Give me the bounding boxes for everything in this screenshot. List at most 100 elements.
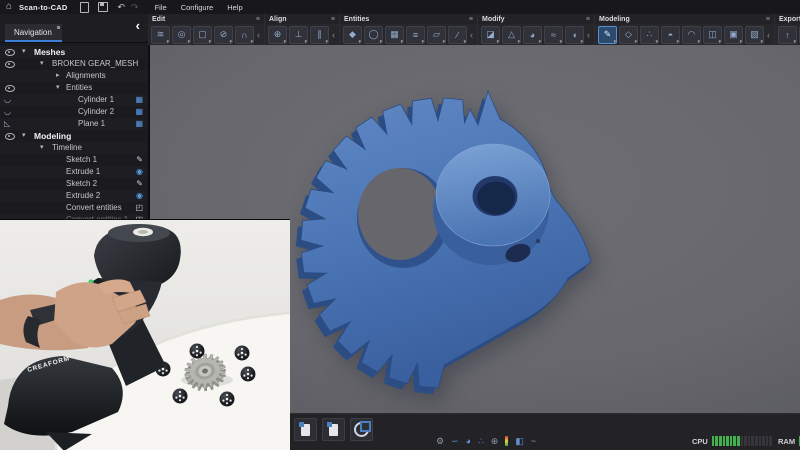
snapshot-button-2[interactable] xyxy=(322,418,345,441)
section-menu-icon[interactable]: ≡ xyxy=(586,16,590,23)
revolve-tool-button[interactable]: ◓▾ xyxy=(661,26,680,44)
auto-entities-button[interactable]: ◆▾ xyxy=(343,26,362,44)
section-overflow-chevron[interactable]: ‹ xyxy=(767,30,770,40)
grid-icon[interactable]: ▦ xyxy=(135,94,143,106)
render-settings-icon[interactable]: ⚙ xyxy=(436,436,444,446)
tree-item-entities[interactable]: ▾Entities xyxy=(0,82,148,94)
boundary-curve-icon[interactable]: ~ xyxy=(531,436,536,446)
tree-item-sketch-1[interactable]: Sketch 1✎ xyxy=(0,154,148,166)
transfer-to-cad-button[interactable]: ◇▾ xyxy=(619,26,638,44)
dropdown-caret-icon: ▾ xyxy=(250,39,253,45)
tree-item-alignments[interactable]: ▸Alignments xyxy=(0,70,148,82)
tree-item-timeline[interactable]: ▾Timeline xyxy=(0,142,148,154)
menu-configure[interactable]: Configure xyxy=(181,3,214,12)
chevron-down-icon[interactable]: ▾ xyxy=(22,130,26,142)
section-overflow-chevron[interactable]: ‹ xyxy=(332,30,335,40)
tree-item-sketch-2[interactable]: Sketch 2✎ xyxy=(0,178,148,190)
surface-fit-button[interactable]: ◪▾ xyxy=(481,26,500,44)
curve-tool-button[interactable]: ≈▾ xyxy=(544,26,563,44)
section-overflow-chevron[interactable]: ‹ xyxy=(257,30,260,40)
align-origin-button[interactable]: ⊕▾ xyxy=(268,26,287,44)
menu-file[interactable]: File xyxy=(155,3,167,12)
page-flag-icon xyxy=(301,424,310,436)
sketch-tool-button[interactable]: ✎▾ xyxy=(598,26,617,44)
clipping-plane-button[interactable] xyxy=(350,418,373,441)
section-overflow-chevron[interactable]: ‹ xyxy=(470,30,473,40)
plane-entity-button[interactable]: ▱▾ xyxy=(427,26,446,44)
tree-item-label: Meshes xyxy=(34,46,65,58)
export-mesh-button[interactable]: ↑▾ xyxy=(778,26,797,44)
undo-icon[interactable]: ↶ xyxy=(118,0,126,14)
section-label: Entities xyxy=(344,16,369,23)
save-icon[interactable] xyxy=(98,2,108,12)
tree-item-extrude-2[interactable]: Extrude 2◉ xyxy=(0,190,148,202)
surface-loop-button[interactable]: ◠▾ xyxy=(682,26,701,44)
visibility-eye-icon[interactable] xyxy=(5,85,15,92)
surface-shade-icon[interactable]: ◕ xyxy=(466,436,471,446)
triangle-tool-button[interactable]: △▾ xyxy=(502,26,521,44)
align-pair-button[interactable]: ∥▾ xyxy=(310,26,329,44)
pin-icon[interactable] xyxy=(57,26,60,29)
menu-help[interactable]: Help xyxy=(227,3,242,12)
sketch-icon[interactable]: ✎ xyxy=(136,178,143,190)
align-plane-button[interactable]: ⊥▾ xyxy=(289,26,308,44)
section-menu-icon[interactable]: ≡ xyxy=(256,16,260,23)
section-menu-icon[interactable]: ≡ xyxy=(469,16,473,23)
section-menu-icon[interactable]: ≡ xyxy=(331,16,335,23)
erase-selection-button[interactable]: ⊘▾ xyxy=(214,26,233,44)
tree-item-extrude-1[interactable]: Extrude 1◉ xyxy=(0,166,148,178)
tree-item-broken-gear-mesh[interactable]: ▾BROKEN GEAR_MESH xyxy=(0,58,148,70)
slice-entity-button[interactable]: ≡▾ xyxy=(406,26,425,44)
grid-icon[interactable]: ▦ xyxy=(135,106,143,118)
deviation-colorbar-icon[interactable] xyxy=(505,436,508,446)
bridge-mesh-button[interactable]: ∩▾ xyxy=(235,26,254,44)
chevron-right-icon[interactable]: ▸ xyxy=(56,70,60,82)
new-document-icon[interactable] xyxy=(80,2,89,13)
tree-item-convert-entities[interactable]: Convert entities◰ xyxy=(0,202,148,214)
extrude-icon[interactable]: ◉ xyxy=(136,166,143,178)
patch-tool-button[interactable]: ◕▾ xyxy=(523,26,542,44)
extrude-icon[interactable]: ◉ xyxy=(136,190,143,202)
tree-item-plane-1[interactable]: ◺Plane 1▦ xyxy=(0,118,148,130)
chevron-down-icon[interactable]: ▾ xyxy=(56,82,60,94)
visibility-eye-icon[interactable] xyxy=(5,61,15,68)
grid-icon[interactable]: ▦ xyxy=(135,118,143,130)
tree-item-cylinder-1[interactable]: ◡Cylinder 1▦ xyxy=(0,94,148,106)
sculpt-sphere-button[interactable]: ◎▾ xyxy=(172,26,191,44)
redo-icon[interactable]: ↷ xyxy=(131,0,139,14)
chevron-down-icon[interactable]: ▾ xyxy=(40,142,44,154)
tab-navigation[interactable]: Navigation xyxy=(5,24,62,42)
tree-item-meshes[interactable]: ▾ Meshes xyxy=(0,46,148,58)
tree-item-cylinder-2[interactable]: ◡Cylinder 2▦ xyxy=(0,106,148,118)
snapshot-button-1[interactable] xyxy=(294,418,317,441)
select-volume-button[interactable]: ▢▾ xyxy=(193,26,212,44)
point-cloud-button[interactable]: ∴▾ xyxy=(640,26,659,44)
mesh-display-icon[interactable]: ◧ xyxy=(515,436,524,446)
chevron-down-icon[interactable]: ▾ xyxy=(40,58,44,70)
collapse-panel-chevron[interactable]: ‹ xyxy=(136,18,140,33)
tree-item-modeling[interactable]: ▾Modeling xyxy=(0,130,148,142)
mirror-tool-button[interactable]: ◖▾ xyxy=(565,26,584,44)
split-tool-button[interactable]: ◫▾ xyxy=(703,26,722,44)
dropdown-caret-icon: ▾ xyxy=(580,39,583,45)
chevron-down-icon[interactable]: ▾ xyxy=(22,46,26,58)
dropdown-caret-icon: ▾ xyxy=(358,39,361,45)
section-overflow-chevron[interactable]: ‹ xyxy=(587,30,590,40)
meter-segment xyxy=(762,436,765,446)
circle-entity-button[interactable]: ◯▾ xyxy=(364,26,383,44)
visibility-eye-icon[interactable] xyxy=(5,49,15,56)
section-menu-icon[interactable]: ≡ xyxy=(766,16,770,23)
sketch-icon[interactable]: ✎ xyxy=(136,154,143,166)
clean-mesh-button[interactable]: ≋▾ xyxy=(151,26,170,44)
deviation-tool-button[interactable]: ▧▾ xyxy=(745,26,764,44)
smooth-shade-icon[interactable]: ∽ xyxy=(451,436,459,446)
targets-display-icon[interactable]: ⊕ xyxy=(491,436,499,446)
line-entity-button[interactable]: ∕▾ xyxy=(448,26,467,44)
visibility-eye-icon[interactable] xyxy=(5,133,15,140)
grid-entity-button[interactable]: ▦▾ xyxy=(385,26,404,44)
convert-icon[interactable]: ◰ xyxy=(135,202,143,214)
vertices-display-icon[interactable]: ∴ xyxy=(478,436,484,446)
app-title: Scan-to-CAD xyxy=(19,3,67,12)
home-icon[interactable]: ⌂ xyxy=(6,0,12,14)
solid-tool-button[interactable]: ▣▾ xyxy=(724,26,743,44)
